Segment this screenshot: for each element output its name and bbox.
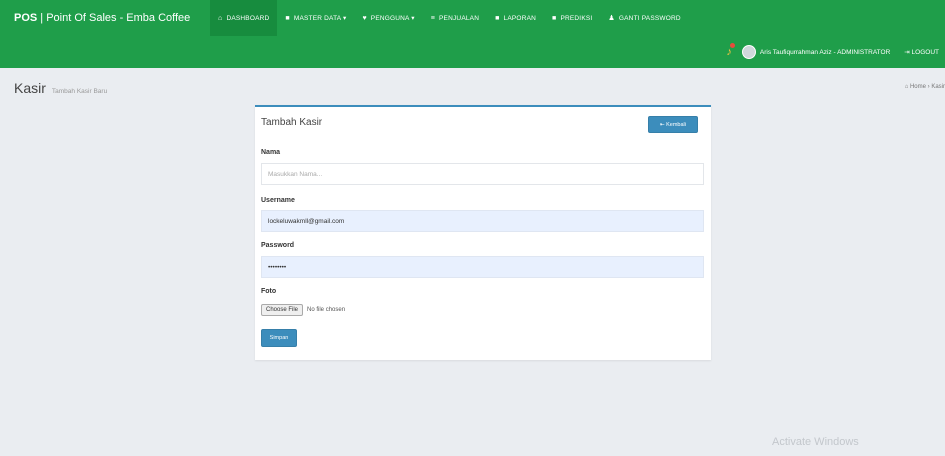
password-input[interactable]: •••••••• <box>261 256 704 278</box>
user-name[interactable]: Aris Taufiqurrahman Aziz - ADMINISTRATOR <box>760 49 890 56</box>
list-icon: ≡ <box>430 14 436 22</box>
menu-item-ganti-password[interactable]: ♟ GANTI PASSWORD <box>600 0 688 36</box>
notification-dot <box>729 43 735 48</box>
menu-item-master-data[interactable]: ■ MASTER DATA ▾ <box>277 0 354 36</box>
content-header: Kasir Tambah Kasir Baru <box>14 80 107 96</box>
avatar[interactable] <box>741 45 756 59</box>
menu-item-label: PREDIKSI <box>560 14 593 22</box>
menu-item-laporan[interactable]: ■ LAPORAN <box>487 0 544 36</box>
menu-item-label: DASHBOARD <box>226 14 270 22</box>
key-icon: ♟ <box>608 15 615 22</box>
menu-item-label: LAPORAN <box>503 14 537 22</box>
main-menu: ⌂ DASHBOARD ■ MASTER DATA ▾ ♥ PENGGUNA ▾ ≡ PENJ… <box>210 0 689 36</box>
menu-item-label: PENGGUNA ▾ <box>370 15 415 22</box>
menu-item-dashboard[interactable]: ⌂ DASHBOARD <box>210 0 278 36</box>
database-icon: ■ <box>285 14 290 22</box>
user-bar: ♪ Aris Taufiqurrahman Aziz - ADMINISTRAT… <box>0 36 945 68</box>
file-status: No file chosen <box>307 307 346 313</box>
add-cashier-form-card: Tambah Kasir ⇤ Kembali Nama Masukkan Nam… <box>255 105 711 360</box>
foto-label: Foto <box>261 288 277 295</box>
menu-item-label: PENJUALAN <box>439 14 480 22</box>
brand-bold: POS <box>14 12 38 24</box>
home-icon: ⌂ <box>218 14 223 22</box>
brand-text: | Point Of Sales - Emba Coffee <box>37 12 191 24</box>
main-menu-bar: POS | Point Of Sales - Emba Coffee ⌂ DASH… <box>0 0 945 36</box>
top-navbar: POS | Point Of Sales - Emba Coffee ⌂ DASH… <box>0 0 945 68</box>
choose-file-button[interactable]: Choose File <box>261 304 304 316</box>
back-button[interactable]: ⇤ Kembali <box>648 116 698 133</box>
menu-item-pengguna[interactable]: ♥ PENGGUNA ▾ <box>354 0 422 36</box>
menu-item-penjualan[interactable]: ≡ PENJUALAN <box>423 0 487 36</box>
page-title: Kasir <box>14 80 46 96</box>
prediction-icon: ■ <box>552 14 557 22</box>
users-icon: ♥ <box>362 14 367 22</box>
save-button[interactable]: Simpan <box>261 329 297 347</box>
report-icon: ■ <box>495 14 500 22</box>
password-label: Password <box>261 242 295 249</box>
page-subtitle: Tambah Kasir Baru <box>51 88 108 95</box>
foto-file-input: Choose File No file chosen <box>261 304 345 316</box>
menu-item-label: MASTER DATA ▾ <box>293 15 347 22</box>
breadcrumb[interactable]: ⌂ Home › Kasir <box>905 84 945 90</box>
username-label: Username <box>261 197 295 204</box>
form-title: Tambah Kasir <box>261 117 323 128</box>
logout-link[interactable]: ⇥ LOGOUT <box>904 48 939 56</box>
menu-item-prediksi[interactable]: ■ PREDIKSI <box>544 0 600 36</box>
menu-item-label: GANTI PASSWORD <box>618 14 681 22</box>
username-input[interactable]: lockeluwakmll@gmail.com <box>261 210 704 232</box>
nama-label: Nama <box>261 149 281 156</box>
windows-activation-watermark: Activate Windows <box>772 436 859 448</box>
brand-title[interactable]: POS | Point Of Sales - Emba Coffee <box>0 12 210 24</box>
nama-input[interactable]: Masukkan Nama... <box>261 163 704 185</box>
notification-bell-icon[interactable]: ♪ <box>726 43 735 58</box>
